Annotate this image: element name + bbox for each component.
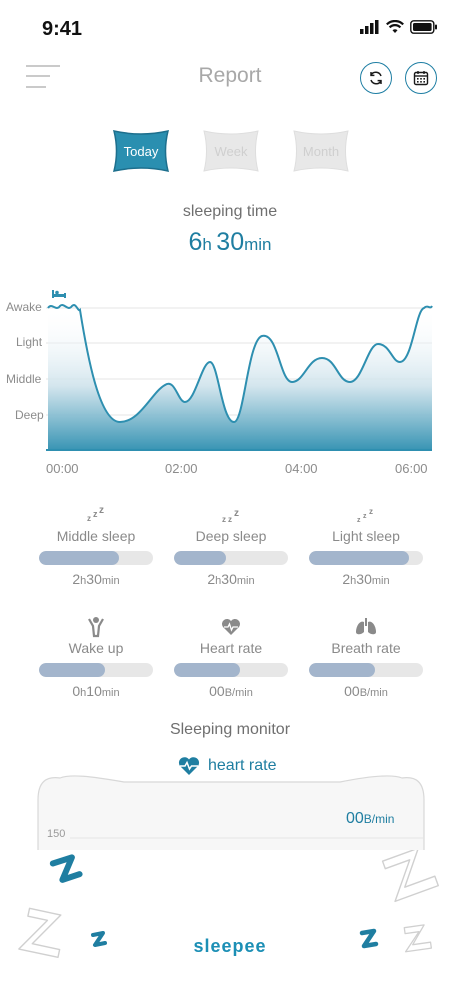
calendar-icon bbox=[413, 71, 429, 86]
bed-icon bbox=[52, 290, 66, 298]
stat-bar bbox=[309, 551, 423, 565]
svg-text:z: z bbox=[369, 507, 373, 516]
svg-text:z: z bbox=[99, 506, 104, 516]
sleeping-monitor-title: Sleeping monitor bbox=[169, 721, 291, 738]
x-label-0400: 04:00 bbox=[285, 461, 318, 476]
refresh-button[interactable] bbox=[360, 62, 392, 94]
svg-text:z: z bbox=[363, 513, 367, 520]
svg-text:z: z bbox=[357, 517, 361, 524]
tab-today-label: Today bbox=[123, 143, 159, 159]
tab-month-label: Month bbox=[302, 143, 340, 159]
stat-bar bbox=[174, 551, 288, 565]
tab-month[interactable]: Month bbox=[290, 127, 352, 175]
middle-sleep-icon: zzz bbox=[36, 504, 156, 526]
stat-label: Wake up bbox=[68, 640, 124, 656]
wake-up-icon bbox=[36, 616, 156, 638]
status-icons bbox=[360, 20, 438, 34]
stat-value: 00B/min bbox=[209, 683, 253, 699]
z-decor-outline-right-large bbox=[381, 847, 439, 903]
stat-value: 2h30min bbox=[72, 571, 120, 587]
stat-label: Deep sleep bbox=[195, 528, 267, 544]
x-label-0200: 02:00 bbox=[165, 461, 198, 476]
stat-label: Heart rate bbox=[199, 640, 263, 656]
sleep-hours-unit: h bbox=[202, 235, 212, 254]
stat-breath-rate: Breath rate 00B/min bbox=[306, 616, 426, 701]
heart-rate-icon bbox=[171, 616, 291, 638]
stat-value: 2h30min bbox=[342, 571, 390, 587]
stat-middle-sleep: zzz Middle sleep 2h30min bbox=[36, 504, 156, 589]
svg-text:z: z bbox=[93, 509, 98, 519]
y-label-light: Light bbox=[16, 335, 43, 349]
brand-logo: sleepee bbox=[193, 936, 267, 956]
tab-week[interactable]: Week bbox=[200, 127, 262, 175]
y-label-middle: Middle bbox=[6, 372, 42, 386]
stat-label: Light sleep bbox=[332, 528, 400, 544]
battery-icon bbox=[410, 20, 437, 34]
monitor-axis-label: 150 bbox=[47, 828, 66, 840]
stat-heart-rate: Heart rate 00B/min bbox=[171, 616, 291, 701]
stat-bar bbox=[309, 663, 423, 677]
sleep-minutes-unit: min bbox=[244, 235, 272, 254]
z-decor-blue-large bbox=[49, 854, 83, 883]
sleep-minutes: 30 bbox=[216, 228, 245, 256]
x-label-0000: 00:00 bbox=[46, 461, 79, 476]
stat-bar bbox=[39, 551, 153, 565]
monitor-value: 00B/min bbox=[346, 810, 395, 827]
stat-value: 2h30min bbox=[207, 571, 255, 587]
light-sleep-icon: zzz bbox=[306, 504, 426, 526]
lungs-icon bbox=[306, 616, 426, 638]
x-label-0600: 06:00 bbox=[395, 461, 428, 476]
svg-text:z: z bbox=[234, 508, 239, 519]
stat-bar bbox=[39, 663, 153, 677]
status-time: 9:41 bbox=[42, 18, 83, 40]
stat-bar bbox=[174, 663, 288, 677]
svg-text:z: z bbox=[222, 515, 226, 524]
svg-text:z: z bbox=[228, 515, 232, 524]
sleep-stage-chart: Awake Light Middle Deep 00:00 02:00 04:0… bbox=[6, 290, 433, 476]
sleep-curve-area bbox=[48, 306, 432, 450]
stat-wake-up: Wake up 0h10min bbox=[36, 616, 156, 701]
tab-today[interactable]: Today bbox=[110, 127, 172, 175]
wifi-icon bbox=[386, 20, 404, 33]
sleep-hours: 6 bbox=[188, 228, 203, 256]
stat-deep-sleep: zzz Deep sleep 2h30min bbox=[171, 504, 291, 589]
stat-label: Breath rate bbox=[331, 640, 401, 656]
y-label-deep: Deep bbox=[15, 408, 44, 422]
refresh-icon bbox=[370, 71, 382, 85]
stat-label: Middle sleep bbox=[56, 528, 136, 544]
svg-text:z: z bbox=[87, 514, 91, 523]
calendar-button[interactable] bbox=[405, 62, 437, 94]
tab-week-label: Week bbox=[214, 143, 248, 159]
stat-value: 00B/min bbox=[344, 683, 388, 699]
stat-light-sleep: zzz Light sleep 2h30min bbox=[306, 504, 426, 589]
sleeping-time-label: sleeping time bbox=[182, 203, 278, 220]
stat-value: 0h10min bbox=[72, 683, 120, 699]
y-label-awake: Awake bbox=[6, 300, 42, 314]
sleeping-time-value: 6h 30min bbox=[0, 228, 460, 257]
signal-icon bbox=[360, 20, 379, 34]
deep-sleep-icon: zzz bbox=[171, 504, 291, 526]
bottom-decoration bbox=[0, 847, 460, 996]
